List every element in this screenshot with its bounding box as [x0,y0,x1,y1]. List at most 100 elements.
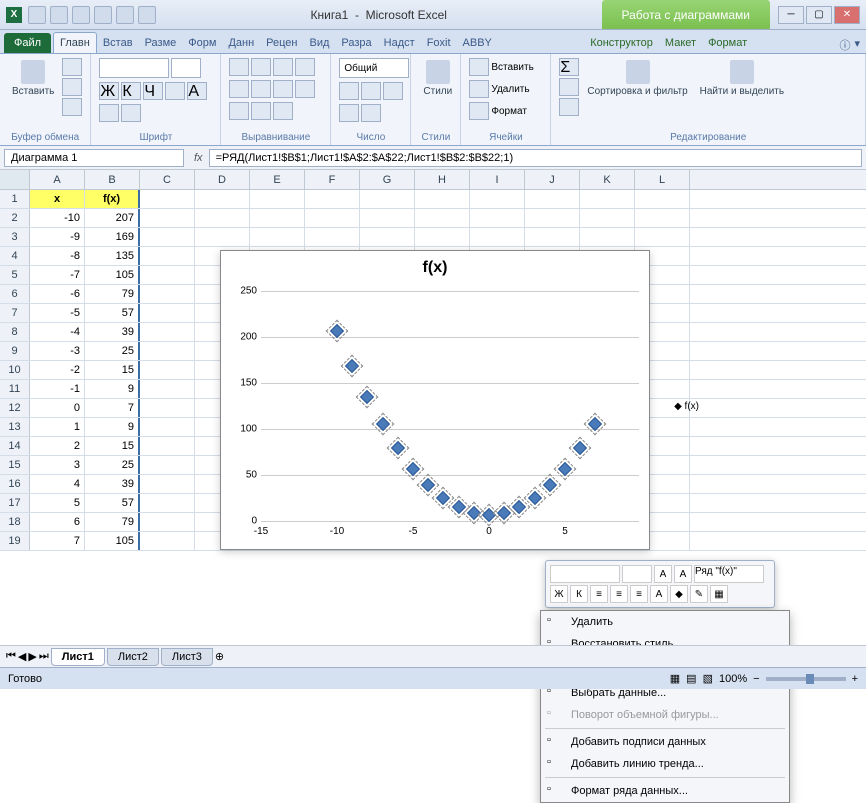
data-point[interactable] [391,441,405,455]
cell[interactable] [415,209,470,227]
border-button[interactable] [165,82,185,100]
clear-icon[interactable] [559,98,579,116]
cell[interactable]: 57 [85,494,140,512]
cell[interactable]: 25 [85,342,140,360]
data-point[interactable] [543,478,557,492]
cell[interactable]: 79 [85,285,140,303]
cell[interactable]: f(x) [85,190,140,208]
cell[interactable]: 9 [85,380,140,398]
col-header[interactable]: J [525,170,580,189]
qat-save-icon[interactable] [28,6,46,24]
cell[interactable] [195,209,250,227]
cell[interactable]: 2 [30,437,85,455]
cell[interactable] [140,266,195,284]
cell[interactable] [250,190,305,208]
font-size-combo[interactable] [171,58,201,78]
cell[interactable] [415,190,470,208]
cell[interactable] [305,190,360,208]
cell[interactable]: 4 [30,475,85,493]
worksheet-grid[interactable]: A B C D E F G H I J K L 1 x f(x)2 -10 20… [0,170,866,660]
cell[interactable]: 169 [85,228,140,246]
chart-title[interactable]: f(x) [221,251,649,285]
tab-formulas[interactable]: Форм [182,33,222,53]
data-point[interactable] [482,507,496,521]
cell[interactable]: 0 [30,399,85,417]
cell[interactable] [525,209,580,227]
cell[interactable]: 7 [30,532,85,550]
cell[interactable]: -8 [30,247,85,265]
mini-series-combo[interactable]: Ряд "f(x)" [694,565,764,583]
cell[interactable] [140,304,195,322]
col-header[interactable]: B [85,170,140,189]
cell[interactable] [140,285,195,303]
view-normal-icon[interactable]: ▦ [670,672,680,685]
cell[interactable] [360,228,415,246]
tab-insert[interactable]: Встав [97,33,139,53]
cell[interactable] [140,532,195,550]
sheet-nav-prev-icon[interactable]: ◀ [18,650,26,663]
cell[interactable] [140,323,195,341]
zoom-level[interactable]: 100% [719,673,747,685]
format-painter-icon[interactable] [62,98,82,116]
styles-button[interactable]: Стили [419,58,456,99]
cell[interactable] [140,190,195,208]
indent-decrease-icon[interactable] [229,102,249,120]
tab-home[interactable]: Главн [53,32,97,53]
col-header[interactable]: A [30,170,85,189]
row-header[interactable]: 12 [0,399,30,417]
bold-button[interactable]: Ж [99,82,119,100]
data-point[interactable] [497,506,511,520]
number-format-combo[interactable]: Общий [339,58,409,78]
cell[interactable]: 7 [85,399,140,417]
cell[interactable] [525,228,580,246]
plot-area[interactable]: 050100150200250-15-10-505◆ f(x) [261,291,639,519]
italic-button[interactable]: К [121,82,141,100]
font-combo[interactable] [99,58,169,78]
minimize-ribbon-icon[interactable]: ▾ [854,37,860,53]
row-header[interactable]: 5 [0,266,30,284]
font-color-button[interactable]: A [187,82,207,100]
underline-button[interactable]: Ч [143,82,163,100]
col-header[interactable]: I [470,170,525,189]
sheet-tab[interactable]: Лист3 [161,648,213,666]
data-point[interactable] [436,491,450,505]
mini-font-combo[interactable] [550,565,620,583]
maximize-button[interactable]: ▢ [806,6,832,24]
col-header[interactable]: H [415,170,470,189]
cell[interactable] [525,190,580,208]
tab-review[interactable]: Рецен [260,33,303,53]
cell[interactable]: 25 [85,456,140,474]
cell[interactable]: -5 [30,304,85,322]
fill-color-button[interactable] [99,104,119,122]
cell[interactable]: -6 [30,285,85,303]
mini-shrink-font-icon[interactable]: A [674,565,692,583]
align-middle-icon[interactable] [251,58,271,76]
menu-item[interactable]: ▫ Удалить [541,611,789,633]
align-left-icon[interactable] [229,80,249,98]
menu-item[interactable]: ▫ Добавить подписи данных [541,731,789,753]
help-icon[interactable]: ⓘ [839,37,850,53]
cell[interactable] [360,190,415,208]
cell[interactable] [140,209,195,227]
cell[interactable]: 105 [85,532,140,550]
row-header[interactable]: 4 [0,247,30,265]
cell[interactable] [305,228,360,246]
qat-btn-icon[interactable] [138,6,156,24]
decimal-inc-icon[interactable] [339,104,359,122]
cell[interactable] [635,228,690,246]
tab-view[interactable]: Вид [304,33,336,53]
cell[interactable] [415,228,470,246]
tab-pagelayout[interactable]: Разме [139,33,183,53]
currency-icon[interactable] [339,82,359,100]
align-top-icon[interactable] [229,58,249,76]
cell[interactable] [305,209,360,227]
find-select-button[interactable]: Найти и выделить [696,58,788,99]
cell[interactable] [195,190,250,208]
tab-data[interactable]: Данн [222,33,260,53]
cell[interactable] [140,380,195,398]
tab-chart-format[interactable]: Формат [702,33,753,53]
cell[interactable] [635,209,690,227]
cell[interactable] [140,228,195,246]
font-grow-button[interactable] [121,104,141,122]
cell[interactable] [140,418,195,436]
